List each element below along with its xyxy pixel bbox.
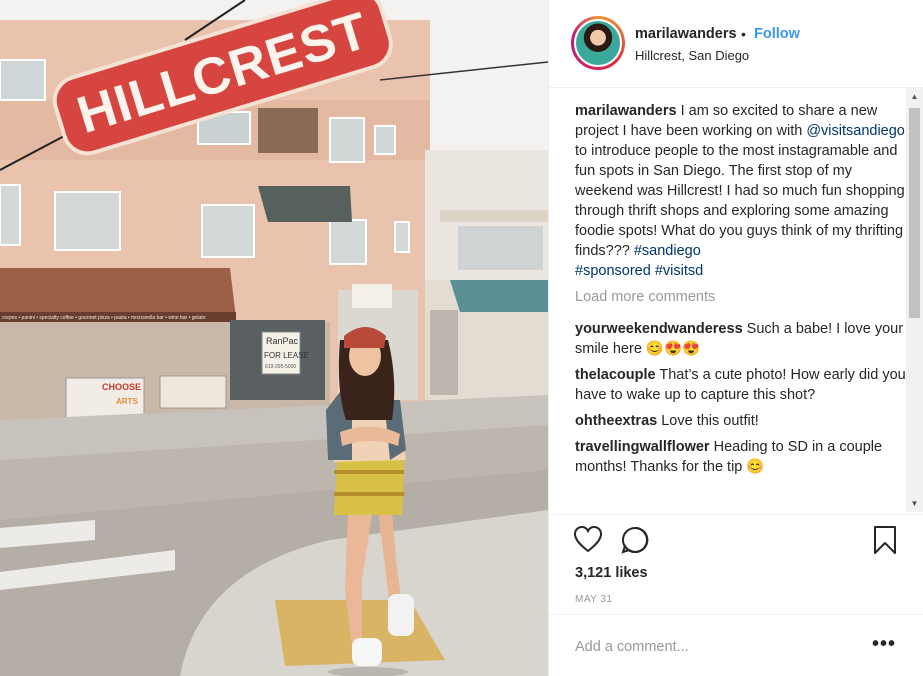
caption-text-2: to introduce people to the most instagra… xyxy=(575,143,905,259)
scroll-down-arrow-icon[interactable]: ▼ xyxy=(906,495,923,512)
more-options-icon[interactable]: ••• xyxy=(872,633,896,656)
billboard-text-2: ARTS xyxy=(116,397,138,406)
bookmark-icon[interactable] xyxy=(873,525,897,560)
load-more-comments[interactable]: Load more comments xyxy=(575,287,911,307)
comment-username[interactable]: thelacouple xyxy=(575,367,656,383)
story-ring[interactable] xyxy=(571,16,625,70)
hashtag-sandiego[interactable]: #sandiego xyxy=(634,243,701,259)
comments-list: marilawanders I am so excited to share a… xyxy=(575,101,911,514)
comment-item: thelacouple That’s a cute photo! How ear… xyxy=(575,365,911,405)
shop-sign-lease: FOR LEASE xyxy=(264,351,309,360)
shop-sign-phone: 619-295-5000 xyxy=(265,364,296,370)
comment-username[interactable]: yourweekendwanderess xyxy=(575,321,743,337)
scrollbar-thumb[interactable] xyxy=(909,108,920,318)
shop-sign-name: RanPac xyxy=(266,336,299,346)
hashtag-visitsd[interactable]: #visitsd xyxy=(655,263,703,279)
post-photo[interactable]: crepes • panini • specialty coffee • gou… xyxy=(0,0,548,676)
caption-mention-link[interactable]: @visitsandiego xyxy=(806,123,905,139)
post-author-username[interactable]: marilawanders xyxy=(635,26,737,42)
scroll-up-arrow-icon[interactable]: ▲ xyxy=(906,88,923,105)
caption-username[interactable]: marilawanders xyxy=(575,103,677,119)
billboard-text: CHOOSE xyxy=(102,382,141,392)
separator-dot: • xyxy=(741,26,746,42)
comment-icon[interactable] xyxy=(620,525,650,560)
photo-scene: crepes • panini • specialty coffee • gou… xyxy=(0,0,548,676)
caption: marilawanders I am so excited to share a… xyxy=(575,101,911,281)
comment-item: yourweekendwanderess Such a babe! I love… xyxy=(575,319,911,359)
post-location[interactable]: Hillcrest, San Diego xyxy=(635,48,749,63)
comment-username[interactable]: ohtheextras xyxy=(575,413,657,429)
add-comment-input[interactable] xyxy=(575,637,855,657)
heart-icon[interactable] xyxy=(573,525,603,558)
comment-item: travellingwallflower Heading to SD in a … xyxy=(575,437,911,477)
hashtag-sponsored[interactable]: #sponsored xyxy=(575,263,651,279)
post-sidebar: marilawanders • Follow Hillcrest, San Di… xyxy=(548,0,923,676)
likes-count[interactable]: 3,121 likes xyxy=(575,565,648,581)
awning-text: crepes • panini • specialty coffee • gou… xyxy=(2,315,206,321)
post-date[interactable]: MAY 31 xyxy=(575,594,613,605)
avatar[interactable] xyxy=(574,19,622,67)
post-header: marilawanders • Follow Hillcrest, San Di… xyxy=(549,0,923,88)
add-comment-bar: ••• xyxy=(549,614,923,676)
comment-item: ohtheextras Love this outfit! xyxy=(575,411,911,431)
comment-text: Love this outfit! xyxy=(657,413,759,429)
comment-username[interactable]: travellingwallflower xyxy=(575,439,710,455)
follow-button[interactable]: Follow xyxy=(754,26,800,42)
post-actions: 3,121 likes MAY 31 ••• xyxy=(549,514,923,674)
comments-scrollbar[interactable]: ▲ ▼ xyxy=(906,88,923,512)
